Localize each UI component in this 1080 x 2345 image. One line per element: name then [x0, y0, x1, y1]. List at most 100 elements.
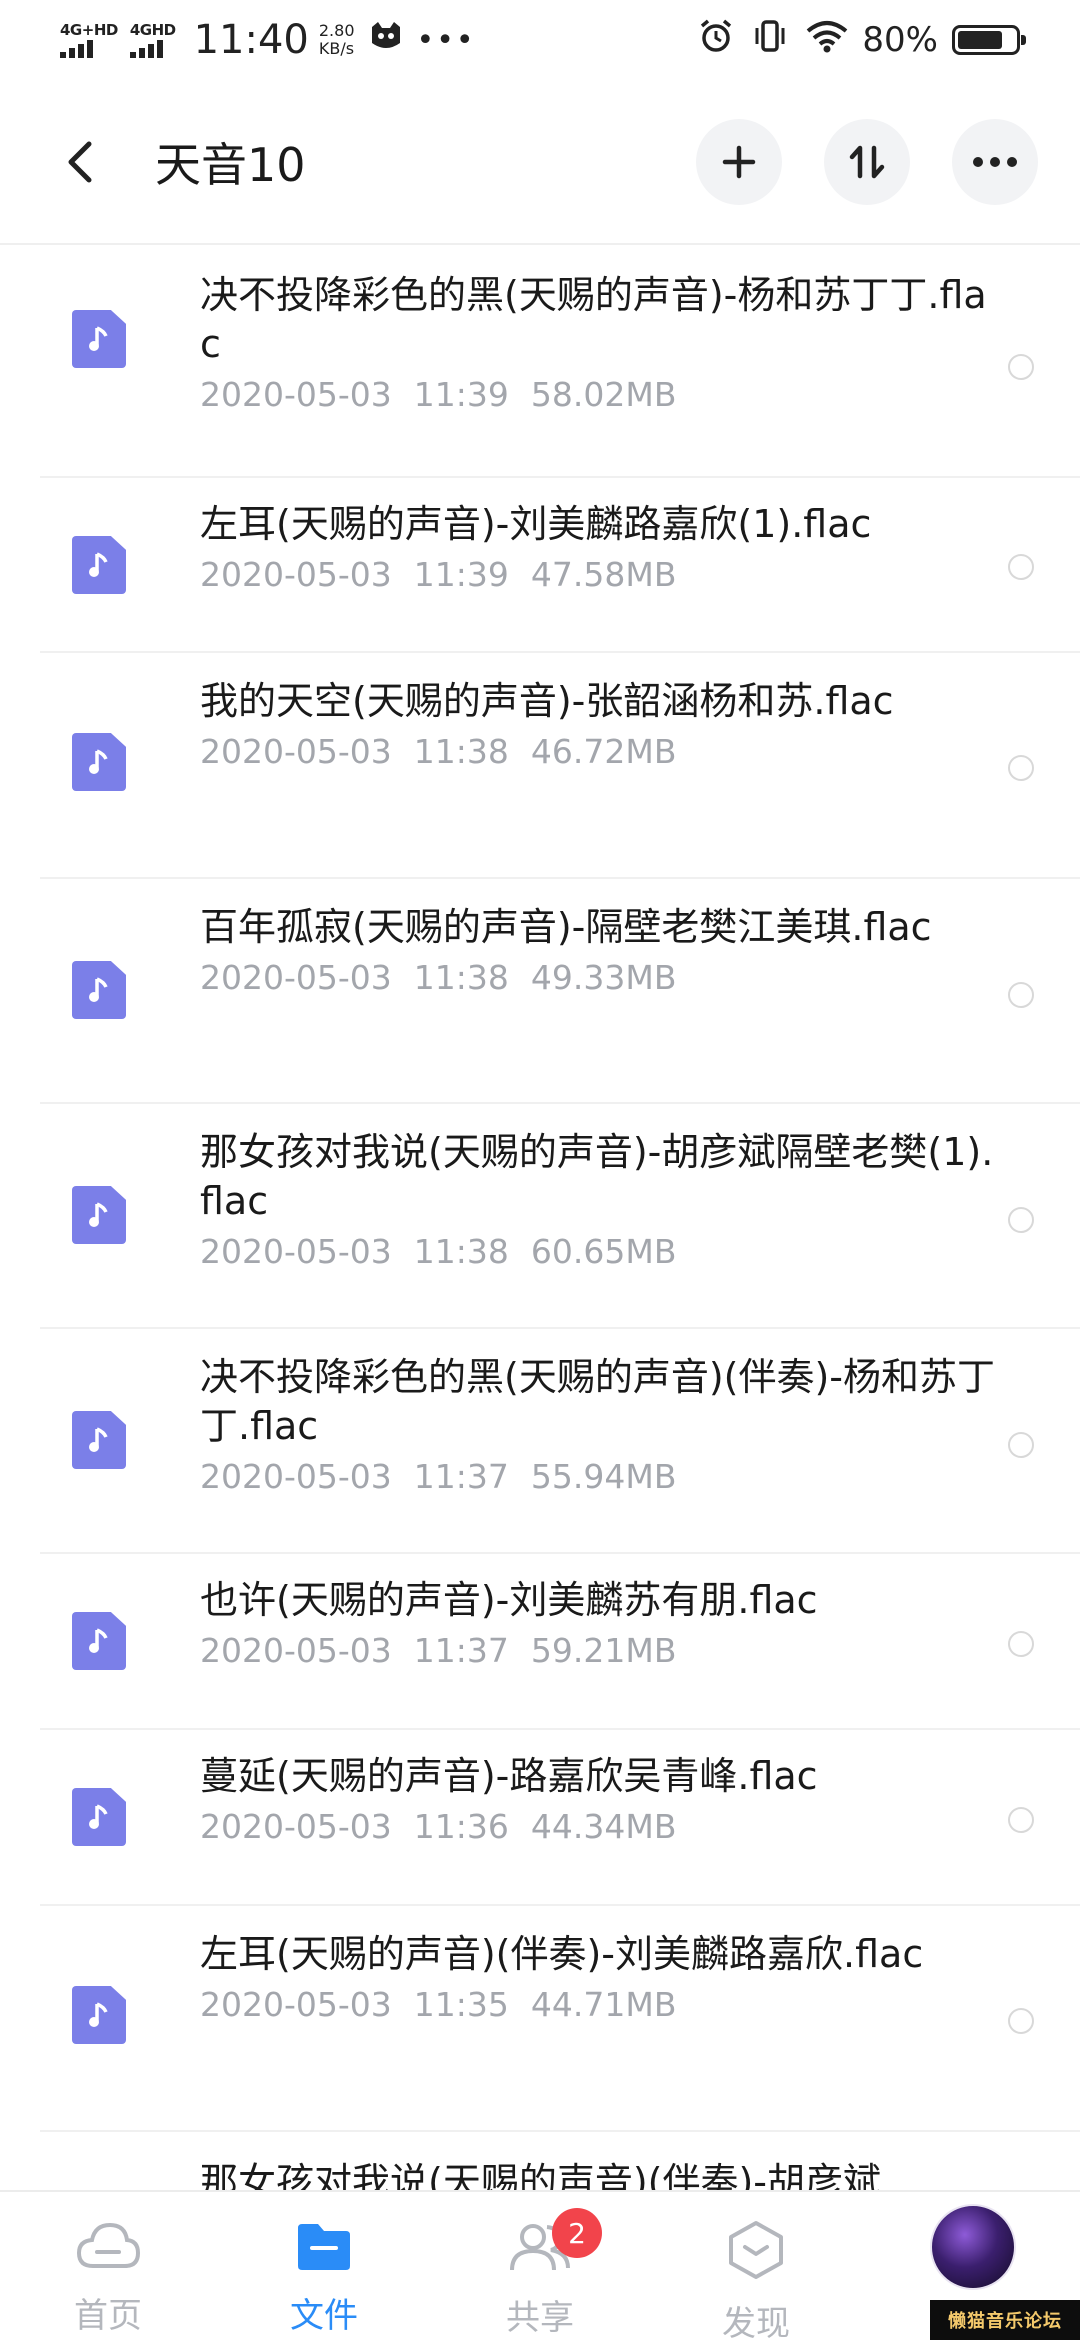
watermark-logo: 懒猫音乐论坛 — [930, 2300, 1080, 2340]
file-name: 那女孩对我说(天赐的声音)-胡彦斌隔壁老樊(1).flac — [200, 1130, 994, 1223]
clock: 11:40 — [193, 17, 309, 63]
file-row[interactable]: 蔓延(天赐的声音)-路嘉欣吴青峰.flac 2020-05-03 11:36 44.… — [40, 1730, 1080, 1906]
file-meta: 2020-05-03 11:37 55.94MB — [200, 1455, 1000, 1499]
file-name: 我的天空(天赐的声音)-张韶涵杨和苏.flac — [200, 679, 894, 723]
file-time: 11:38 — [413, 732, 509, 771]
file-size: 47.58MB — [530, 555, 677, 594]
music-file-icon — [72, 961, 126, 1019]
alarm-icon — [698, 18, 734, 63]
network-type-label: 4G+HD — [60, 21, 118, 39]
nav-share-label: 共享 — [506, 2298, 574, 2338]
file-time: 11:39 — [413, 375, 509, 414]
signal-bars-icon — [60, 38, 96, 58]
page-title: 天音10 — [155, 137, 306, 192]
file-name: 决不投降彩色的黑(天赐的声音)-杨和苏丁丁.flac — [200, 273, 987, 366]
select-radio[interactable] — [1008, 354, 1034, 380]
cloud-icon — [76, 2222, 141, 2268]
file-row[interactable]: 左耳(天赐的声音)(伴奏)-刘美麟路嘉欣.flac 2020-05-03 11:3… — [40, 1906, 1080, 2132]
nav-share[interactable]: 共享 2 — [440, 2192, 640, 2339]
signal-indicator-1: 4G+HD — [60, 22, 118, 58]
signal-bars-icon — [129, 38, 166, 58]
battery-percentage: 80% — [862, 20, 938, 60]
music-file-icon — [72, 733, 126, 791]
select-radio[interactable] — [1008, 554, 1034, 580]
file-time: 11:37 — [413, 1457, 509, 1496]
file-name: 决不投降彩色的黑(天赐的声音)(伴奏)-杨和苏丁丁.flac — [200, 1355, 996, 1448]
file-date: 2020-05-03 — [200, 732, 392, 771]
select-radio[interactable] — [1008, 755, 1034, 781]
file-name: 左耳(天赐的声音)-刘美麟路嘉欣(1).flac — [200, 502, 872, 546]
file-date: 2020-05-03 — [200, 958, 392, 997]
plus-icon — [722, 145, 756, 178]
battery-icon — [952, 25, 1026, 55]
file-date: 2020-05-03 — [200, 555, 392, 594]
file-meta: 2020-05-03 11:38 49.33MB — [200, 956, 1000, 1000]
file-meta: 2020-05-03 11:38 60.65MB — [200, 1230, 1000, 1274]
file-date: 2020-05-03 — [200, 375, 392, 414]
file-name: 百年孤寂(天赐的声音)-隔壁老樊江美琪.flac — [200, 905, 932, 949]
nav-home[interactable]: 首页 — [8, 2192, 208, 2337]
chevron-left-icon — [68, 141, 92, 182]
avatar[interactable] — [930, 2204, 1016, 2290]
network-speed-unit: KB/s — [318, 39, 355, 58]
music-file-icon — [72, 310, 126, 368]
file-size: 44.34MB — [530, 1807, 677, 1846]
back-button[interactable] — [45, 127, 115, 197]
file-row[interactable]: 百年孤寂(天赐的声音)-隔壁老樊江美琪.flac 2020-05-03 11:38… — [40, 879, 1080, 1104]
file-list: 决不投降彩色的黑(天赐的声音)-杨和苏丁丁.flac 2020-05-03 11:… — [0, 245, 1080, 2252]
select-radio[interactable] — [1008, 1807, 1034, 1833]
music-file-icon — [72, 536, 126, 594]
folder-icon — [298, 2224, 350, 2270]
file-row-text: 也许(天赐的声音)-刘美麟苏有朋.flac 2020-05-03 11:37 59.… — [200, 1576, 1000, 1673]
more-notifications-icon: ••• — [416, 22, 476, 58]
vibrate-icon — [752, 18, 788, 63]
file-time: 11:35 — [413, 1985, 509, 2024]
file-time: 11:38 — [413, 1232, 509, 1271]
file-date: 2020-05-03 — [200, 1457, 392, 1496]
select-radio[interactable] — [1008, 1207, 1034, 1233]
more-options-button[interactable] — [952, 118, 1038, 205]
signal-indicator-2: 4GHD — [129, 22, 176, 58]
file-date: 2020-05-03 — [200, 1232, 392, 1271]
file-name: 左耳(天赐的声音)(伴奏)-刘美麟路嘉欣.flac — [200, 1932, 924, 1976]
music-file-icon — [72, 1788, 126, 1846]
file-name: 也许(天赐的声音)-刘美麟苏有朋.flac — [200, 1578, 818, 1622]
file-meta: 2020-05-03 11:39 47.58MB — [200, 553, 1000, 597]
file-meta: 2020-05-03 11:35 44.71MB — [200, 1983, 1000, 2027]
file-size: 49.33MB — [530, 958, 677, 997]
file-row[interactable]: 决不投降彩色的黑(天赐的声音)-杨和苏丁丁.flac 2020-05-03 11:… — [40, 245, 1080, 478]
file-row[interactable]: 决不投降彩色的黑(天赐的声音)(伴奏)-杨和苏丁丁.flac 2020-05-0… — [40, 1329, 1080, 1554]
add-button[interactable] — [696, 118, 782, 205]
file-time: 11:38 — [413, 958, 509, 997]
file-time: 11:36 — [413, 1807, 509, 1846]
file-size: 46.72MB — [530, 732, 677, 771]
file-row-text: 那女孩对我说(天赐的声音)-胡彦斌隔壁老樊(1).flac 2020-05-03… — [200, 1128, 1000, 1274]
nav-files[interactable]: 文件 — [224, 2192, 424, 2337]
status-bar: 4G+HD 4GHD 11:40 2.80 KB/s ••• 80% — [0, 0, 1080, 80]
sort-button[interactable] — [824, 118, 910, 205]
file-meta: 2020-05-03 11:39 58.02MB — [200, 373, 1000, 417]
file-row-text: 左耳(天赐的声音)-刘美麟路嘉欣(1).flac 2020-05-03 11:39… — [200, 500, 1000, 597]
file-row[interactable]: 那女孩对我说(天赐的声音)-胡彦斌隔壁老樊(1).flac 2020-05-03… — [40, 1104, 1080, 1329]
status-bar-left: 4G+HD 4GHD 11:40 2.80 KB/s ••• — [60, 17, 476, 63]
select-radio[interactable] — [1008, 982, 1034, 1008]
file-row-text: 我的天空(天赐的声音)-张韶涵杨和苏.flac 2020-05-03 11:38 4… — [200, 677, 1000, 774]
select-radio[interactable] — [1008, 2008, 1034, 2034]
file-row[interactable]: 也许(天赐的声音)-刘美麟苏有朋.flac 2020-05-03 11:37 59.… — [40, 1554, 1080, 1730]
file-name: 蔓延(天赐的声音)-路嘉欣吴青峰.flac — [200, 1754, 818, 1798]
file-row[interactable]: 左耳(天赐的声音)-刘美麟路嘉欣(1).flac 2020-05-03 11:39… — [40, 478, 1080, 653]
select-radio[interactable] — [1008, 1631, 1034, 1657]
file-meta: 2020-05-03 11:37 59.21MB — [200, 1629, 1000, 1673]
file-date: 2020-05-03 — [200, 1807, 392, 1846]
select-radio[interactable] — [1008, 1432, 1034, 1458]
music-file-icon — [72, 1612, 126, 1670]
file-size: 44.71MB — [530, 1985, 677, 2024]
file-date: 2020-05-03 — [200, 1631, 392, 1670]
file-row-text: 左耳(天赐的声音)(伴奏)-刘美麟路嘉欣.flac 2020-05-03 11:3… — [200, 1930, 1000, 2027]
status-bar-right: 80% — [680, 18, 1026, 63]
notification-badge: 2 — [552, 2208, 602, 2258]
nav-discover[interactable]: 发现 — [656, 2192, 856, 2345]
more-icon — [973, 156, 1017, 167]
network-speed: 2.80 KB/s — [319, 22, 355, 58]
file-row[interactable]: 我的天空(天赐的声音)-张韶涵杨和苏.flac 2020-05-03 11:38 4… — [40, 653, 1080, 879]
